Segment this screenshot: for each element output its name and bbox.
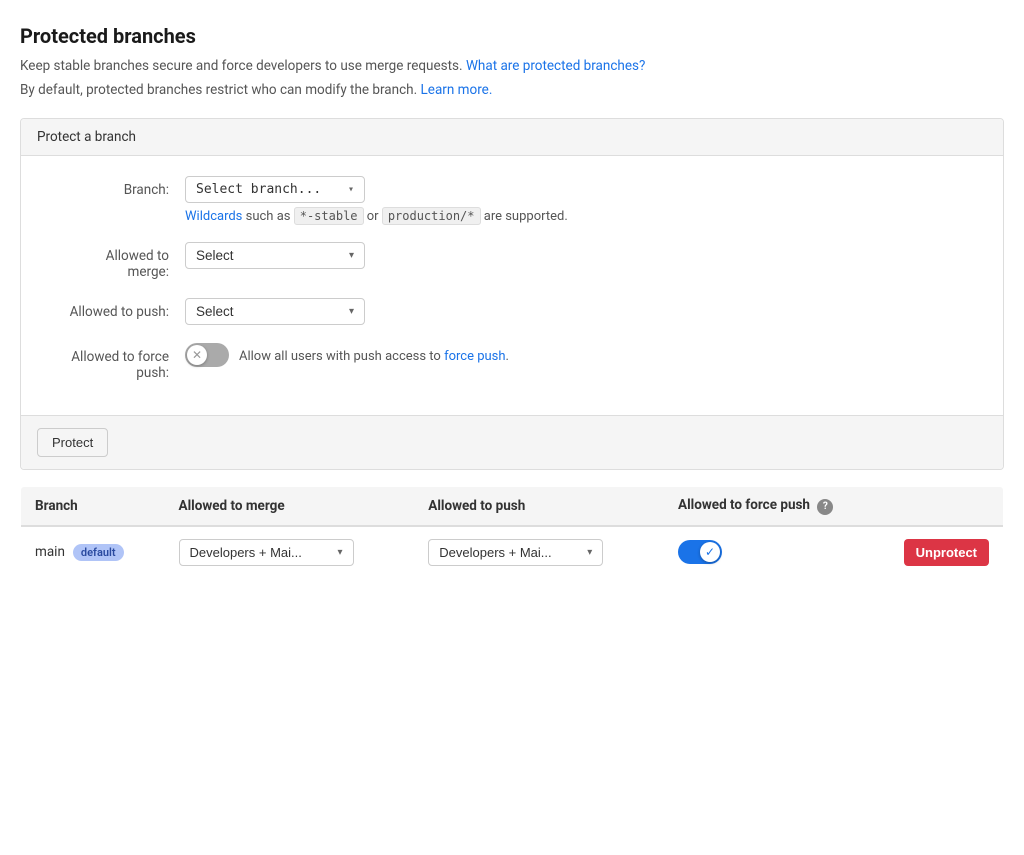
page-title: Protected branches — [20, 24, 1004, 48]
merge-chevron-icon: ▾ — [349, 250, 354, 261]
protect-button[interactable]: Protect — [37, 428, 108, 457]
force-push-help-icon[interactable]: ? — [817, 499, 833, 515]
force-push-toggle-desc: Allow all users with push access to forc… — [239, 347, 509, 364]
allowed-merge-row: Allowed tomerge: Select ▾ — [45, 242, 979, 280]
subtitle-text: Keep stable branches secure and force de… — [20, 58, 1004, 74]
wildcards-link[interactable]: Wildcards — [185, 209, 242, 224]
col-push: Allowed to push — [414, 487, 664, 526]
branch-field: Select branch... ▾ Wildcards such as *-s… — [185, 176, 979, 224]
branch-row: Branch: Select branch... ▾ Wildcards suc… — [45, 176, 979, 224]
unprotect-button[interactable]: Unprotect — [904, 539, 989, 566]
allowed-merge-select[interactable]: Select ▾ — [185, 242, 365, 269]
table-row: main default Developers + Mai... ▾ Devel… — [21, 526, 1004, 579]
force-push-row-toggle-knob: ✓ — [700, 542, 720, 562]
protected-branches-link[interactable]: What are protected branches? — [466, 58, 645, 74]
force-push-toggle[interactable]: ✕ — [185, 343, 229, 367]
allowed-force-push-label: Allowed to forcepush: — [45, 343, 185, 381]
push-chevron-icon: ▾ — [349, 306, 354, 317]
default-badge: default — [73, 544, 124, 561]
learn-more-link[interactable]: Learn more. — [421, 82, 493, 98]
allowed-push-row: Allowed to push: Select ▾ — [45, 298, 979, 325]
allowed-force-push-field: ✕ Allow all users with push access to fo… — [185, 343, 979, 367]
allowed-push-field: Select ▾ — [185, 298, 979, 325]
default-text: By default, protected branches restrict … — [20, 82, 1004, 98]
allowed-push-label: Allowed to push: — [45, 298, 185, 320]
allowed-force-push-row: Allowed to forcepush: ✕ Allow all users … — [45, 343, 979, 381]
branch-name-wrap: main default — [35, 544, 151, 561]
force-push-toggle-wrap: ✕ Allow all users with push access to fo… — [185, 343, 979, 367]
push-value: Developers + Mai... — [439, 545, 551, 560]
branch-table: Branch Allowed to merge Allowed to push … — [20, 486, 1004, 579]
merge-select[interactable]: Developers + Mai... ▾ — [179, 539, 354, 566]
protect-box-header: Protect a branch — [21, 119, 1003, 156]
col-branch: Branch — [21, 487, 165, 526]
wildcard-note: Wildcards such as *-stable or production… — [185, 209, 979, 224]
protect-box-footer: Protect — [21, 415, 1003, 469]
allowed-merge-label: Allowed tomerge: — [45, 242, 185, 280]
col-force: Allowed to force push ? — [664, 487, 890, 526]
push-cell-chevron-icon: ▾ — [587, 547, 592, 558]
wildcard-code1: *-stable — [294, 207, 364, 225]
wildcard-code2: production/* — [382, 207, 481, 225]
branch-name-text: main — [35, 544, 65, 560]
branch-cell: main default — [21, 526, 165, 579]
force-cell: ✓ — [664, 526, 890, 579]
merge-cell: Developers + Mai... ▾ — [165, 526, 415, 579]
push-cell: Developers + Mai... ▾ — [414, 526, 664, 579]
action-cell: Unprotect — [890, 526, 1004, 579]
allowed-merge-field: Select ▾ — [185, 242, 979, 269]
branch-select[interactable]: Select branch... ▾ — [185, 176, 365, 203]
force-push-row-toggle[interactable]: ✓ — [678, 540, 722, 564]
push-select[interactable]: Developers + Mai... ▾ — [428, 539, 603, 566]
force-push-link[interactable]: force push — [444, 349, 505, 364]
protect-branch-box: Protect a branch Branch: Select branch..… — [20, 118, 1004, 470]
merge-value: Developers + Mai... — [190, 545, 302, 560]
allowed-push-select[interactable]: Select ▾ — [185, 298, 365, 325]
table-header-row: Branch Allowed to merge Allowed to push … — [21, 487, 1004, 526]
col-merge: Allowed to merge — [165, 487, 415, 526]
protect-box-body: Branch: Select branch... ▾ Wildcards suc… — [21, 156, 1003, 415]
merge-cell-chevron-icon: ▾ — [337, 547, 342, 558]
branch-label: Branch: — [45, 176, 185, 198]
branch-chevron-icon: ▾ — [348, 184, 354, 195]
col-actions — [890, 487, 1004, 526]
table-header: Branch Allowed to merge Allowed to push … — [21, 487, 1004, 526]
table-body: main default Developers + Mai... ▾ Devel… — [21, 526, 1004, 579]
force-push-toggle-knob: ✕ — [187, 345, 207, 365]
